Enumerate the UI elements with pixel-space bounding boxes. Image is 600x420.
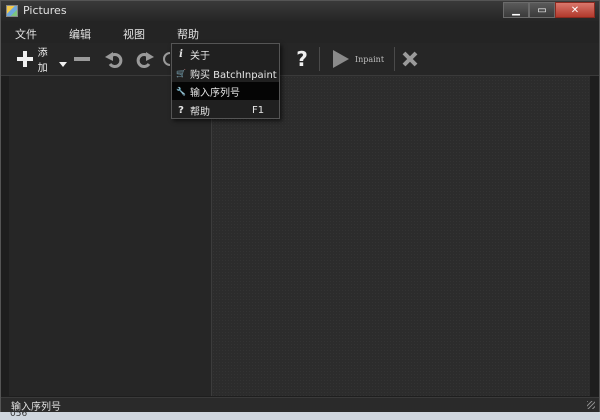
add-button[interactable]: 添加 xyxy=(15,47,67,74)
inpaint-button[interactable]: Inpaint xyxy=(325,47,391,71)
menu-item-help[interactable]: ? 帮助 F1 xyxy=(172,101,279,119)
undo-button[interactable] xyxy=(103,47,125,71)
menu-item-buy[interactable]: 🛒 购买 BatchInpaint xyxy=(172,64,279,82)
image-canvas[interactable] xyxy=(212,76,590,396)
image-list-panel[interactable] xyxy=(9,76,212,396)
menu-item-shortcut: F1 xyxy=(252,104,265,116)
add-label: 添加 xyxy=(37,48,48,74)
toolbar: 添加 ? Inpaint xyxy=(1,43,599,76)
menu-view[interactable]: 视图 xyxy=(123,26,145,42)
remove-button[interactable] xyxy=(71,47,93,71)
question-icon: ? xyxy=(296,47,308,71)
menu-item-label: 关于 xyxy=(190,50,210,62)
question-icon: ? xyxy=(178,104,184,116)
help-dropdown-menu: i 关于 🛒 购买 BatchInpaint 🔧 输入序列号 ? 帮助 F1 xyxy=(171,43,280,119)
cart-icon: 🛒 xyxy=(176,68,186,78)
undo-icon xyxy=(105,52,123,68)
redo-icon xyxy=(136,52,154,68)
play-icon xyxy=(332,50,349,68)
taskbar-label: 056 xyxy=(10,409,28,419)
app-window: Pictures ▁ ▭ ✕ 文件 编辑 视图 帮助 添加 ? Inpaint … xyxy=(0,0,600,413)
title-bar[interactable]: Pictures ▁ ▭ ✕ xyxy=(1,1,599,21)
inpaint-label: Inpaint xyxy=(354,54,385,64)
menu-item-label: 输入序列号 xyxy=(190,87,240,99)
minus-icon xyxy=(74,57,90,61)
menu-bar: 文件 编辑 视图 帮助 xyxy=(1,21,599,43)
cancel-button[interactable] xyxy=(399,47,421,71)
resize-grip-icon[interactable] xyxy=(587,401,595,409)
toolbar-separator xyxy=(319,47,320,71)
info-icon: i xyxy=(179,48,183,60)
close-icon: ✕ xyxy=(570,4,580,16)
close-window-button[interactable]: ✕ xyxy=(555,2,595,18)
menu-item-label: 帮助 xyxy=(190,106,210,118)
menu-item-about[interactable]: i 关于 xyxy=(172,45,279,63)
minimize-icon: ▁ xyxy=(512,4,520,16)
maximize-icon: ▭ xyxy=(537,4,547,16)
menu-edit[interactable]: 编辑 xyxy=(69,26,91,42)
help-button[interactable]: ? xyxy=(291,47,313,71)
dropdown-arrow-icon xyxy=(59,62,67,67)
maximize-button[interactable]: ▭ xyxy=(529,2,555,18)
window-title: Pictures xyxy=(23,4,67,17)
menu-help[interactable]: 帮助 xyxy=(177,26,199,42)
app-icon xyxy=(6,5,18,17)
wrench-icon: 🔧 xyxy=(176,86,186,96)
x-icon xyxy=(402,51,418,67)
partial-button[interactable] xyxy=(163,47,171,71)
taskbar xyxy=(0,412,600,420)
circle-icon xyxy=(163,52,171,66)
menu-item-enter-serial[interactable]: 🔧 输入序列号 xyxy=(172,82,279,100)
minimize-button[interactable]: ▁ xyxy=(503,2,529,18)
redo-button[interactable] xyxy=(134,47,156,71)
toolbar-separator xyxy=(394,47,395,71)
menu-file[interactable]: 文件 xyxy=(15,26,37,42)
status-bar: 输入序列号 xyxy=(1,397,599,413)
menu-item-label: 购买 BatchInpaint xyxy=(190,69,277,81)
plus-icon xyxy=(17,51,33,67)
